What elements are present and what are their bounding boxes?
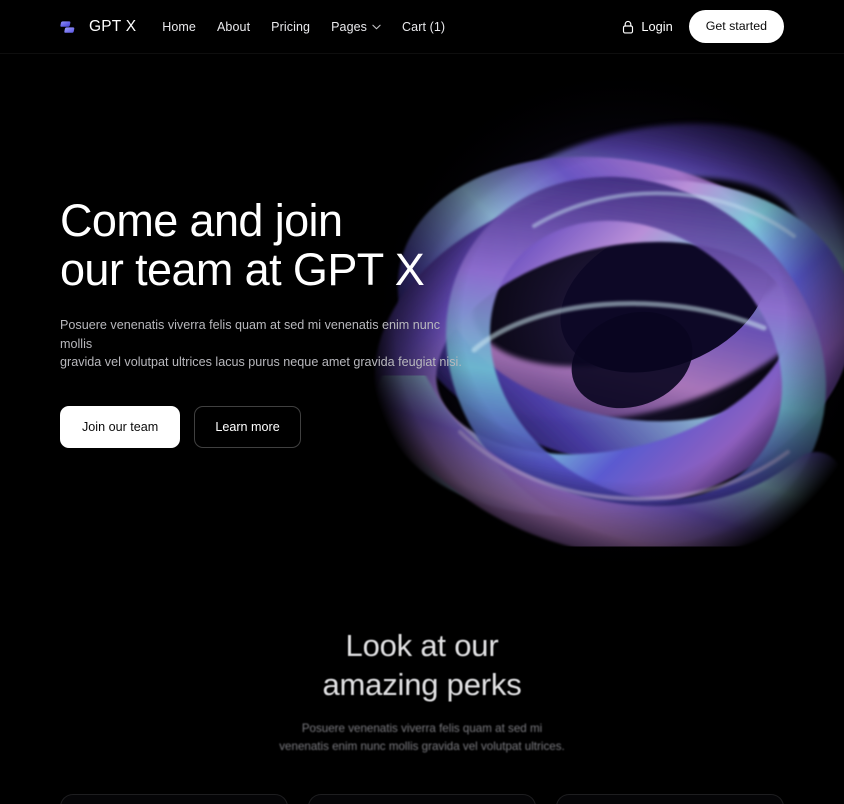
nav-link-cart-label: Cart (1) [402, 19, 446, 34]
chevron-down-icon [372, 24, 381, 29]
perk-card[interactable] [60, 794, 288, 804]
join-our-team-button[interactable]: Join our team [60, 405, 181, 448]
hero-section: Come and join our team at GPT X Posuere … [60, 196, 530, 448]
login-link[interactable]: Login [622, 19, 673, 34]
nav-link-cart[interactable]: Cart (1) [402, 20, 445, 34]
nav-links: Home About Pricing Pages Cart (1) [162, 20, 445, 34]
perk-card[interactable] [556, 794, 784, 804]
login-label: Login [641, 19, 673, 34]
perks-section: Look at our amazing perks Posuere venena… [0, 626, 844, 756]
hero-actions: Join our team Learn more [60, 405, 530, 448]
hero-subtitle: Posuere venenatis viverra felis quam at … [60, 318, 462, 369]
brand-logo[interactable]: GPT X [60, 17, 136, 37]
brand-name: GPT X [89, 17, 137, 35]
nav-link-about[interactable]: About [217, 20, 250, 34]
nav-link-home[interactable]: Home [162, 20, 196, 34]
perk-cards-row [60, 794, 784, 804]
perks-title: Look at our amazing perks [322, 628, 522, 702]
page-root: GPT X Home About Pricing Pages Cart (1) [0, 0, 844, 804]
nav-link-pages-label: Pages [331, 19, 368, 34]
nav-link-pricing-label: Pricing [271, 19, 311, 34]
blue-orb-icon [99, 797, 249, 804]
two-tiles-logo-icon [60, 20, 75, 33]
hero-title: Come and join our team at GPT X [60, 195, 425, 295]
perks-subtitle: Posuere venenatis viverra felis quam at … [279, 722, 565, 753]
learn-more-button[interactable]: Learn more [194, 405, 301, 448]
nav-link-about-label: About [216, 19, 251, 34]
nav-link-pricing[interactable]: Pricing [271, 20, 310, 34]
lock-icon [623, 20, 634, 33]
main-navbar: GPT X Home About Pricing Pages Cart (1) [0, 0, 844, 54]
nav-link-home-label: Home [162, 19, 196, 34]
nav-right-actions: Login Get started [622, 10, 784, 43]
nav-link-pages[interactable]: Pages [331, 20, 381, 34]
get-started-button[interactable]: Get started [688, 10, 784, 43]
perk-card[interactable] [308, 794, 536, 804]
